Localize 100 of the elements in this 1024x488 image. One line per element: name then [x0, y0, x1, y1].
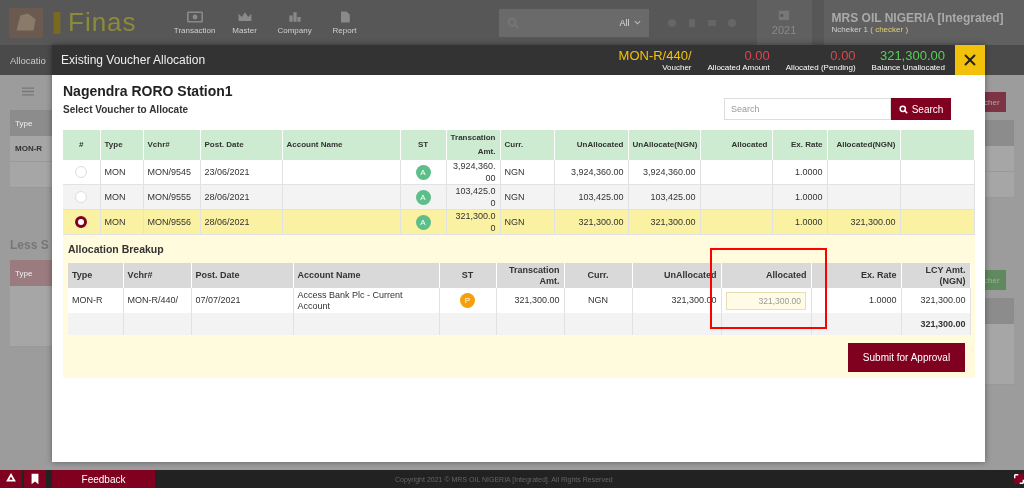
table-cell: 321,300.00: [920, 295, 966, 305]
table-cell: NGN: [504, 167, 525, 177]
submit-button[interactable]: Submit for Approval: [848, 343, 965, 372]
section-title: Allocation Breakup: [68, 243, 165, 255]
section-title: Select Voucher to Allocate: [63, 104, 190, 115]
table-cell: NGN: [588, 295, 608, 305]
filter-dropdown[interactable]: All: [619, 17, 641, 28]
stat-value: 0.00: [744, 48, 770, 63]
column-header: Allocated: [700, 130, 772, 160]
global-search-field[interactable]: All: [498, 8, 649, 37]
table-cell: 3,924,360.00: [642, 167, 696, 177]
column-header: Allocated: [721, 263, 811, 288]
column-header: ST: [400, 130, 446, 160]
column-header: Curr.: [500, 130, 554, 160]
table-row-strip: [984, 172, 1014, 198]
table-cell: MON/9545: [147, 167, 192, 177]
table-cell: 07/07/2021: [195, 295, 241, 305]
search-field[interactable]: Search: [724, 98, 891, 120]
table-cell: NGN: [504, 217, 525, 227]
table-cell: 321,300.00: [578, 217, 624, 227]
radio-button[interactable]: [75, 216, 88, 229]
column-header: Ex. Rate: [811, 263, 901, 288]
expand-icon[interactable]: [1014, 474, 1024, 484]
column-header: Post. Date: [191, 263, 293, 288]
table-cell: NGN: [504, 192, 525, 202]
bookmark-icon[interactable]: [24, 470, 46, 488]
table-cell: 23/06/2021: [204, 167, 250, 177]
stat-label: Allocated Amount: [707, 62, 770, 72]
page-title: Allocatio: [10, 54, 46, 66]
table-cell: MON/9555: [147, 192, 192, 202]
table-row-strip: [984, 324, 1014, 385]
column-header: Account Name: [282, 130, 400, 160]
stat-value: MON-R/440/: [618, 48, 692, 63]
dialog-title: Existing Voucher Allocation: [60, 53, 207, 67]
column-header: Type: [100, 130, 143, 160]
caret-icon: [633, 20, 641, 25]
allocated-amount-field[interactable]: 321,300.00: [726, 291, 806, 310]
column-header: Allocated(NGN): [827, 130, 900, 160]
column-header: Vchr#: [143, 130, 200, 160]
column-header: ST: [439, 263, 496, 288]
table-cell: MON-R: [72, 295, 103, 305]
party-name: Nagendra RORO Station1: [63, 83, 233, 99]
table-cell: 321,300.00: [455, 211, 496, 233]
table-cell: 3,924,360.00: [452, 161, 496, 183]
table-row-strip: [984, 146, 1014, 172]
table-cell: 103,425.00: [455, 186, 496, 208]
table-cell: 321,300.00: [650, 217, 696, 227]
menu-icon[interactable]: [22, 87, 34, 96]
column-header: UnAllocated: [554, 130, 628, 160]
search-button[interactable]: Search: [891, 98, 951, 120]
table-cell: 3,924,360.00: [570, 167, 624, 177]
table-cell: 28/06/2021: [204, 192, 250, 202]
brand-mark-icon: [52, 9, 62, 36]
company-name: MRS OIL NIGERIA [Integrated]: [831, 11, 1005, 25]
column-header: Ex. Rate: [772, 130, 827, 160]
table-cell: 103,425.00: [578, 192, 624, 202]
column-header: #: [63, 130, 100, 160]
calendar-icon: [778, 9, 791, 21]
table-header-cell: Type: [10, 110, 55, 136]
nav-link[interactable]: Transaction: [172, 10, 217, 35]
status-badge: A: [415, 214, 431, 230]
stat-value: 0.00: [830, 48, 856, 63]
nav-link[interactable]: Company: [272, 10, 317, 35]
search-icon: [898, 104, 908, 114]
table-header-cell: Type: [10, 260, 55, 286]
status-badge: A: [415, 189, 431, 205]
stat-label: Allocated (Pending): [785, 62, 856, 72]
banknote-icon: [186, 10, 203, 23]
column-header: Type: [68, 263, 123, 288]
table-cell: Access Bank Plc - Current Account: [297, 289, 403, 311]
table-cell: MON: [104, 192, 126, 202]
table-cell: 1.0000: [794, 167, 823, 177]
column-header: Post. Date: [200, 130, 282, 160]
close-icon: [963, 53, 977, 67]
user-name: Ncheker 1 ( checker ): [831, 25, 910, 34]
total-amount: 321,300.00: [920, 318, 966, 329]
table-cell: 1.0000: [794, 192, 823, 202]
table-cell: MON-R/440/: [127, 295, 178, 305]
table-header-strip: [984, 298, 1014, 324]
column-header: Vchr#: [123, 263, 191, 288]
status-badge: A: [415, 164, 431, 180]
table-header-strip: [984, 120, 1014, 146]
stat-label: Balance Unallocated: [871, 62, 945, 72]
table-cell: 1.0000: [868, 295, 897, 305]
table-cell: 321,300.00: [514, 295, 560, 305]
status-badge: P: [460, 293, 475, 308]
feedback-button[interactable]: Feedback: [52, 470, 155, 488]
nav-link[interactable]: Report: [322, 10, 367, 35]
stat-label: Voucher: [662, 62, 692, 72]
column-header: UnAllocate(NGN): [628, 130, 700, 160]
nav-link[interactable]: Master: [222, 10, 267, 35]
close-button[interactable]: [955, 45, 985, 75]
table-cell: 28/06/2021: [204, 217, 250, 227]
column-header: Transcation Amt.: [446, 130, 500, 160]
table-cell: 1.0000: [794, 217, 823, 227]
table-cell: 321,300.00: [850, 217, 896, 227]
column-header: Transcation Amt.: [496, 263, 564, 288]
stat-value: 321,300.00: [879, 48, 945, 63]
table-cell: MON/9556: [147, 217, 192, 227]
column-header: Account Name: [293, 263, 439, 288]
